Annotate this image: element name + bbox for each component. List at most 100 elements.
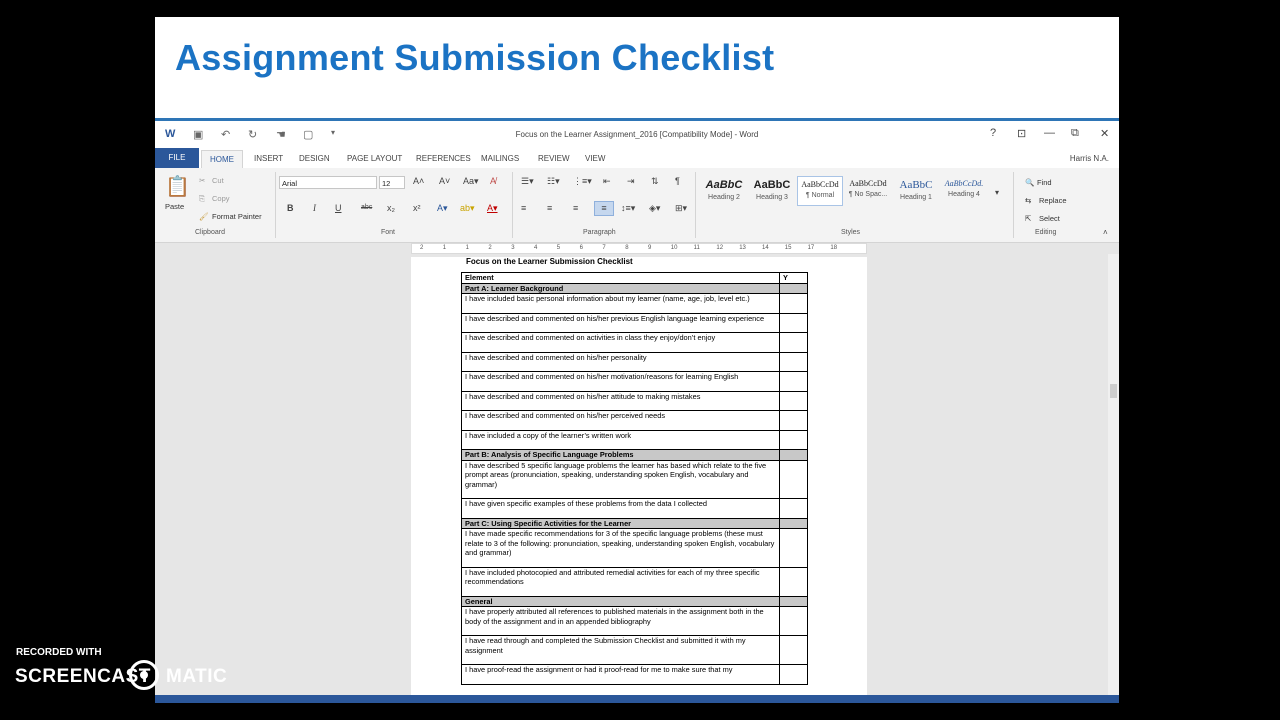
bullets-icon[interactable]: ☰▾ — [521, 176, 534, 187]
change-case-icon[interactable]: Aa▾ — [463, 176, 479, 187]
horizontal-ruler[interactable]: 2 1 1 2 3 4 5 6 7 8 9 10 11 12 13 14 15 17 18 — [411, 243, 867, 254]
style-normal[interactable]: AaBbCcDd ¶ Normal — [797, 176, 843, 206]
checklist-y-cell[interactable] — [779, 351, 808, 372]
close-button[interactable]: ✕ — [1100, 127, 1109, 140]
shading-icon[interactable]: ◈▾ — [649, 203, 660, 214]
style-no-spacing[interactable]: AaBbCcDd ¶ No Spac... — [845, 176, 891, 206]
align-center-icon[interactable]: ≡ — [547, 203, 552, 213]
text-effects-icon[interactable]: A▾ — [437, 203, 448, 214]
copy-button[interactable]: Copy — [212, 194, 230, 203]
paste-icon[interactable]: 📋 — [165, 174, 190, 199]
ribbon-tabs: FILE HOME INSERT DESIGN PAGE LAYOUT REFE… — [155, 148, 1119, 168]
copy-icon[interactable]: ⎘ — [199, 194, 205, 204]
tab-file[interactable]: FILE — [155, 148, 199, 168]
italic-button[interactable]: I — [313, 203, 316, 213]
superscript-button[interactable]: x² — [413, 203, 421, 213]
strikethrough-button[interactable]: abc — [361, 204, 372, 211]
style-heading-4[interactable]: AaBbCcDd. Heading 4 — [941, 176, 987, 206]
borders-icon[interactable]: ⊞▾ — [675, 203, 687, 214]
checklist-row: I have given specific examples of these … — [461, 498, 808, 519]
collapse-ribbon-icon[interactable]: ˄ — [1103, 228, 1108, 237]
style-heading-3[interactable]: AaBbC Heading 3 — [749, 176, 795, 206]
numbering-icon[interactable]: ☷▾ — [547, 176, 560, 187]
minimize-button[interactable]: — — [1044, 127, 1055, 139]
sort-icon[interactable]: ⇅ — [651, 176, 659, 187]
style-heading-1[interactable]: AaBbC Heading 1 — [893, 176, 939, 206]
increase-indent-icon[interactable]: ⇥ — [627, 176, 635, 187]
styles-more-icon[interactable]: ▾ — [995, 188, 999, 197]
scrollbar-thumb[interactable] — [1110, 384, 1117, 398]
highlight-icon[interactable]: ab▾ — [460, 203, 475, 214]
tab-view[interactable]: VIEW — [585, 154, 605, 163]
help-button[interactable]: ? — [990, 127, 996, 139]
ruler-number: 13 — [739, 245, 746, 251]
font-size-box[interactable]: 12 — [379, 176, 405, 189]
checklist-row: I have described and commented on his/he… — [461, 410, 808, 431]
bold-button[interactable]: B — [287, 203, 294, 213]
checklist-y-cell[interactable] — [779, 429, 808, 450]
select-icon[interactable]: ⇱ — [1025, 214, 1031, 223]
section-header-row: General — [461, 595, 808, 607]
style-heading-2[interactable]: AaBbC Heading 2 — [701, 176, 747, 206]
tab-references[interactable]: REFERENCES — [416, 154, 471, 163]
subscript-button[interactable]: x₂ — [387, 203, 395, 213]
tab-review[interactable]: REVIEW — [538, 154, 570, 163]
checklist-y-cell[interactable] — [779, 312, 808, 333]
document-page[interactable]: Focus on the Learner Submission Checklis… — [411, 257, 867, 703]
tab-home[interactable]: HOME — [201, 150, 243, 168]
clear-formatting-icon[interactable]: A̸ — [490, 176, 496, 186]
replace-button[interactable]: Replace — [1039, 196, 1067, 205]
line-spacing-icon[interactable]: ↕≡▾ — [621, 203, 635, 214]
show-formatting-icon[interactable]: ¶ — [675, 176, 680, 186]
style-name: ¶ No Spac... — [848, 191, 888, 198]
find-icon[interactable]: 🔍 — [1025, 178, 1034, 187]
shrink-font-icon[interactable]: A˅ — [439, 176, 450, 186]
cut-icon[interactable]: ✂ — [199, 176, 205, 185]
format-painter-icon[interactable]: 🖌 — [199, 212, 209, 221]
checklist-y-cell[interactable] — [779, 664, 808, 685]
underline-button[interactable]: U — [335, 203, 342, 213]
select-button[interactable]: Select — [1039, 214, 1060, 223]
vertical-scrollbar[interactable] — [1108, 254, 1119, 695]
checklist-y-cell[interactable] — [779, 498, 808, 519]
format-painter-button[interactable]: Format Painter — [212, 212, 262, 221]
checklist-row: I have described 5 specific language pro… — [461, 459, 808, 499]
checklist-y-cell[interactable] — [779, 293, 808, 314]
align-right-icon[interactable]: ≡ — [573, 203, 578, 213]
multilevel-list-icon[interactable]: ⋮≡▾ — [573, 176, 592, 187]
tab-mailings[interactable]: MAILINGS — [481, 154, 519, 163]
paste-button[interactable]: Paste — [165, 202, 184, 211]
checklist-y-cell[interactable] — [779, 635, 808, 665]
tab-insert[interactable]: INSERT — [254, 154, 283, 163]
find-button[interactable]: Find — [1037, 178, 1052, 187]
checklist-item-text: I have described and commented on his/he… — [461, 312, 780, 333]
ruler-number: 9 — [648, 245, 652, 251]
ribbon-display-options-icon[interactable]: ⊡ — [1017, 127, 1026, 140]
checklist-item-text: I have described and commented on his/he… — [461, 410, 780, 431]
checklist-y-cell[interactable] — [779, 606, 808, 636]
checklist-y-cell[interactable] — [779, 566, 808, 597]
restore-button[interactable]: ⧉ — [1071, 127, 1079, 140]
checklist-y-cell[interactable] — [779, 410, 808, 431]
cut-button[interactable]: Cut — [212, 176, 224, 185]
justify-icon[interactable]: ≡ — [594, 201, 614, 216]
checklist-y-cell[interactable] — [779, 332, 808, 353]
tab-page-layout[interactable]: PAGE LAYOUT — [347, 154, 402, 163]
grow-font-icon[interactable]: A˄ — [413, 176, 424, 186]
ruler-number: 2 — [420, 245, 424, 251]
checklist-y-cell[interactable] — [779, 390, 808, 411]
style-name: ¶ Normal — [805, 192, 835, 199]
checklist-y-cell[interactable] — [779, 528, 808, 568]
checklist-y-cell[interactable] — [779, 371, 808, 392]
tab-design[interactable]: DESIGN — [299, 154, 330, 163]
checklist-item-text: I have included basic personal informati… — [461, 293, 780, 314]
paragraph-group-label: Paragraph — [583, 229, 616, 236]
checklist-row: I have properly attributed all reference… — [461, 606, 808, 636]
checklist-y-cell[interactable] — [779, 459, 808, 499]
decrease-indent-icon[interactable]: ⇤ — [603, 176, 611, 187]
align-left-icon[interactable]: ≡ — [521, 203, 526, 213]
font-color-icon[interactable]: A▾ — [487, 203, 498, 214]
font-name-box[interactable]: Arial — [279, 176, 377, 189]
replace-icon[interactable]: ⇆ — [1025, 196, 1031, 205]
user-account[interactable]: Harris N.A. — [1070, 154, 1109, 163]
